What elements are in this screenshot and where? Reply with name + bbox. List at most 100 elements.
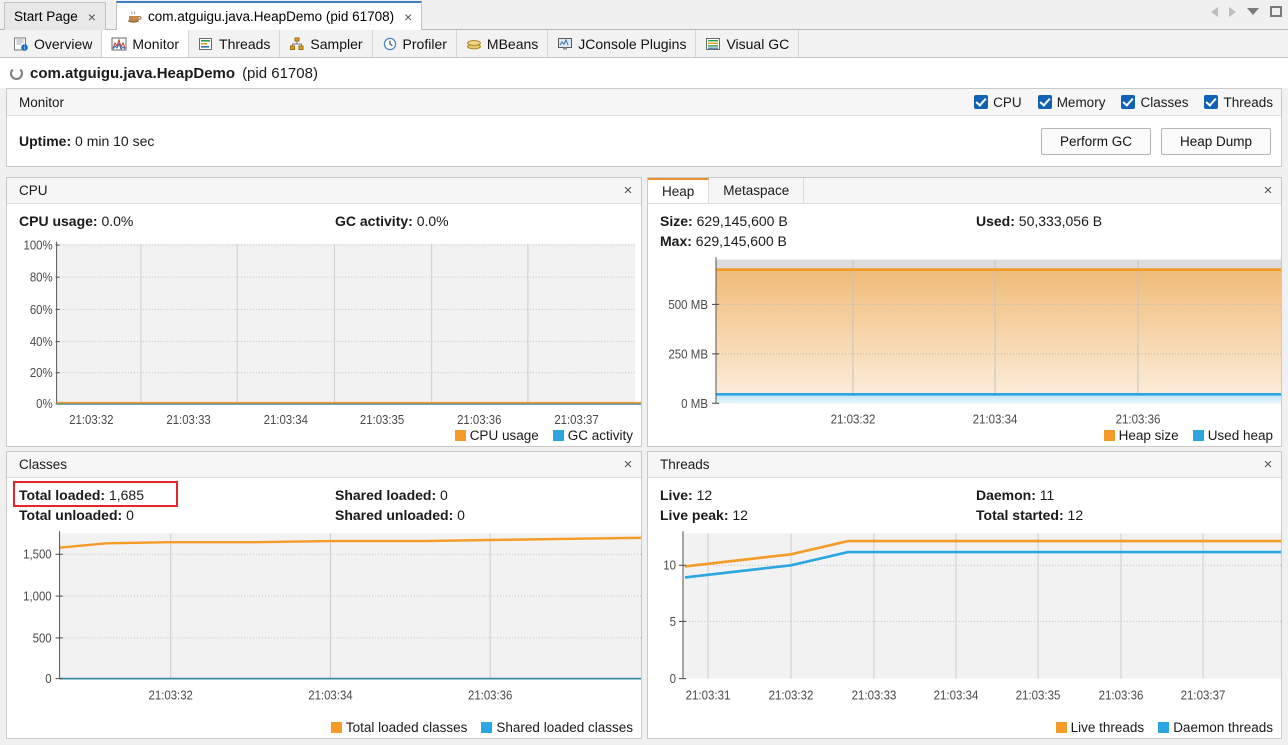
svg-text:250 MB: 250 MB bbox=[668, 347, 708, 362]
close-icon[interactable]: × bbox=[88, 10, 96, 24]
profiler-clock-icon bbox=[382, 37, 398, 51]
window-tab-start-page[interactable]: Start Page × bbox=[4, 2, 106, 30]
window-tab-controls bbox=[1211, 6, 1282, 17]
monitor-section: Monitor CPU Memory Classes Threads Uptim… bbox=[6, 88, 1282, 167]
checkbox-checked-icon bbox=[1037, 95, 1052, 109]
legend-label: Total loaded classes bbox=[345, 720, 468, 735]
svg-text:21:03:33: 21:03:33 bbox=[166, 412, 211, 427]
heap-dump-button[interactable]: Heap Dump bbox=[1161, 127, 1271, 155]
svg-text:80%: 80% bbox=[30, 270, 53, 285]
stat-value: 12 bbox=[732, 507, 748, 523]
svg-text:21:03:34: 21:03:34 bbox=[934, 688, 979, 703]
stat-value: 12 bbox=[1067, 507, 1084, 523]
legend-item-total-loaded-classes: Total loaded classes bbox=[330, 720, 468, 735]
legend-swatch-orange bbox=[454, 430, 466, 441]
stat-value: 11 bbox=[1039, 487, 1055, 503]
legend-label: Daemon threads bbox=[1173, 720, 1273, 735]
stat-row: Size: 629,145,600 B Used: 50,333,056 B bbox=[660, 211, 1281, 231]
stat-label: Size: bbox=[660, 213, 693, 229]
svg-text:21:03:37: 21:03:37 bbox=[554, 412, 599, 427]
close-icon[interactable]: × bbox=[615, 178, 641, 203]
classes-panel: Classes × Total loaded: 1,685 Shared loa… bbox=[6, 451, 642, 739]
stat-value: 0.0% bbox=[416, 213, 449, 229]
svg-text:21:03:36: 21:03:36 bbox=[1099, 688, 1144, 703]
classes-chart-legend: Total loaded classes Shared loaded class… bbox=[322, 720, 633, 735]
scroll-left-arrow-icon[interactable] bbox=[1211, 6, 1218, 17]
legend-swatch-blue bbox=[1192, 430, 1204, 441]
svg-text:21:03:36: 21:03:36 bbox=[1116, 412, 1161, 427]
close-icon[interactable]: × bbox=[1255, 452, 1281, 477]
stat-label: Used: bbox=[976, 213, 1015, 229]
classes-chart[interactable]: 1,500 1,000 500 0 21:03:32 21:03:34 21:03:36… bbox=[7, 529, 641, 738]
stat-shared-unloaded: Shared unloaded: 0 bbox=[335, 505, 465, 525]
legend-label: Heap size bbox=[1118, 428, 1179, 443]
metaspace-tab[interactable]: Metaspace bbox=[709, 178, 805, 203]
tab-monitor[interactable]: Monitor bbox=[102, 30, 190, 57]
monitor-header: Monitor CPU Memory Classes Threads bbox=[7, 89, 1281, 116]
maximize-square-icon[interactable] bbox=[1270, 6, 1282, 17]
close-icon[interactable]: × bbox=[1255, 178, 1281, 203]
checkbox-threads[interactable]: Threads bbox=[1204, 95, 1273, 110]
svg-text:40%: 40% bbox=[30, 334, 53, 349]
heap-tab[interactable]: Heap bbox=[648, 178, 710, 203]
tab-threads[interactable]: Threads bbox=[189, 30, 281, 57]
svg-text:21:03:35: 21:03:35 bbox=[360, 412, 405, 427]
stat-label: Live: bbox=[660, 487, 693, 503]
legend-item-used-heap: Used heap bbox=[1192, 428, 1273, 443]
tab-list-chevron-down-icon[interactable] bbox=[1247, 8, 1259, 15]
stat-label: Live peak: bbox=[660, 507, 729, 523]
stat-cpu-usage: CPU usage: 0.0% bbox=[19, 211, 335, 231]
checkbox-classes[interactable]: Classes bbox=[1121, 95, 1188, 110]
stat-value: 629,145,600 B bbox=[695, 233, 787, 249]
overview-icon: i bbox=[13, 37, 29, 51]
checkbox-label: Classes bbox=[1140, 94, 1189, 110]
classes-panel-title: Classes bbox=[19, 457, 68, 472]
svg-text:21:03:36: 21:03:36 bbox=[468, 688, 513, 703]
scroll-right-arrow-icon[interactable] bbox=[1229, 6, 1236, 17]
stat-shared-loaded: Shared loaded: 0 bbox=[335, 485, 448, 505]
stat-row: CPU usage: 0.0% GC activity: 0.0% bbox=[19, 211, 641, 231]
tab-label: MBeans bbox=[486, 35, 539, 52]
threads-icon bbox=[198, 37, 214, 51]
stat-row: Total unloaded: 0 Shared unloaded: 0 bbox=[19, 505, 641, 525]
heap-panel-header: Heap Metaspace × bbox=[648, 178, 1281, 204]
heap-chart[interactable]: 500 MB 250 MB 0 MB 21:03:32 21:03:34 21:03… bbox=[648, 255, 1281, 446]
charts-grid: CPU × CPU usage: 0.0% GC activity: 0.0% bbox=[6, 177, 1282, 739]
tab-sampler[interactable]: Sampler bbox=[280, 30, 373, 57]
tab-jconsole-plugins[interactable]: JConsole Plugins bbox=[548, 30, 697, 57]
legend-item-live-threads: Live threads bbox=[1055, 720, 1144, 735]
monitor-chart-icon bbox=[111, 37, 127, 51]
threads-chart[interactable]: 10 5 0 21:03:31 21:03:32 21:03:33 21:03:34 2… bbox=[648, 529, 1281, 738]
svg-text:500: 500 bbox=[33, 631, 52, 646]
cpu-chart[interactable]: 100% 80% 60% 40% 20% 0% 21:03:32 21:03:3… bbox=[7, 235, 641, 446]
tab-profiler[interactable]: Profiler bbox=[373, 30, 457, 57]
tab-visual-gc[interactable]: Visual GC bbox=[696, 30, 800, 57]
window-tab-heapdemo[interactable]: com.atguigu.java.HeapDemo (pid 61708) × bbox=[116, 1, 423, 30]
java-coffee-icon bbox=[126, 10, 142, 24]
process-name: com.atguigu.java.HeapDemo bbox=[30, 64, 236, 82]
tab-overview[interactable]: i Overview bbox=[4, 30, 103, 57]
perform-gc-button[interactable]: Perform GC bbox=[1041, 127, 1151, 155]
checkbox-cpu[interactable]: CPU bbox=[974, 95, 1022, 110]
checkbox-memory[interactable]: Memory bbox=[1037, 95, 1105, 110]
svg-text:0: 0 bbox=[670, 671, 677, 686]
stat-label: Shared unloaded: bbox=[335, 507, 454, 523]
stat-label: Max: bbox=[660, 233, 692, 249]
close-icon[interactable]: × bbox=[615, 452, 641, 477]
close-icon[interactable]: × bbox=[404, 10, 412, 24]
stat-value: 12 bbox=[696, 487, 713, 503]
stat-live-peak: Live peak: 12 bbox=[660, 505, 976, 525]
stat-value: 0 bbox=[457, 507, 465, 523]
tab-label: Profiler bbox=[402, 35, 447, 52]
tab-mbeans[interactable]: MBeans bbox=[457, 30, 549, 57]
svg-text:i: i bbox=[24, 45, 25, 51]
svg-text:21:03:34: 21:03:34 bbox=[973, 412, 1018, 427]
stat-label: Total started: bbox=[976, 507, 1064, 523]
cpu-panel: CPU × CPU usage: 0.0% GC activity: 0.0% bbox=[6, 177, 642, 447]
legend-swatch-blue bbox=[481, 722, 493, 733]
stat-total-loaded: Total loaded: 1,685 bbox=[19, 485, 335, 505]
jconsole-icon bbox=[557, 37, 573, 51]
tab-label: JConsole Plugins bbox=[578, 35, 687, 52]
stat-value: 629,145,600 B bbox=[696, 213, 788, 229]
